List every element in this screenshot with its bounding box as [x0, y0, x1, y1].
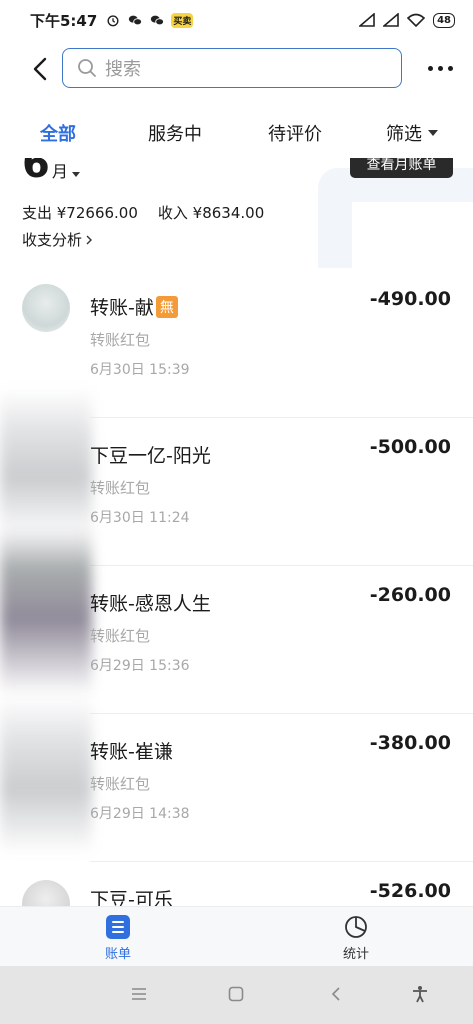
- menu-icon: [132, 988, 146, 1000]
- signal-icon: [359, 13, 375, 27]
- transaction-time: 6月29日 14:38: [90, 806, 190, 822]
- transaction-category: 转账红包: [90, 775, 151, 793]
- app-badge: 买卖: [171, 12, 194, 28]
- income-total: 收入 ¥8634.00: [157, 204, 265, 222]
- nav-bill-label: 账单: [104, 947, 131, 962]
- user-tag-badge: 無: [155, 295, 178, 318]
- accessibility-icon: [413, 986, 427, 1003]
- tab-filter[interactable]: 筛选: [386, 120, 438, 146]
- expense-total: 支出 ¥72666.00: [22, 204, 138, 222]
- wechat-icon-2: [151, 15, 165, 26]
- more-options-button[interactable]: [422, 54, 458, 82]
- transaction-amount: -526.00: [369, 880, 451, 902]
- search-header: 搜索: [0, 46, 473, 92]
- transaction-time: 6月30日 15:39: [90, 362, 190, 378]
- avatar: [0, 694, 92, 854]
- decorative-background-shape: [318, 168, 473, 268]
- transaction-amount: -500.00: [369, 436, 451, 458]
- wifi-icon: [407, 13, 426, 27]
- filter-tabs: 全部 服务中 待评价 筛选: [0, 110, 473, 154]
- chevron-left-icon: [33, 57, 47, 81]
- nav-statistics[interactable]: 统计: [326, 915, 386, 962]
- status-notification-icons: 买卖: [105, 12, 194, 28]
- transaction-title: 下豆-可乐: [90, 885, 173, 906]
- avatar: [0, 388, 92, 538]
- search-placeholder: 搜索: [105, 59, 141, 80]
- transaction-title-text: 转账-献: [90, 297, 154, 319]
- view-month-bill-button[interactable]: 查看月账单: [350, 158, 453, 178]
- transaction-category: 转账红包: [90, 479, 151, 497]
- transaction-title: 转账-献 無: [90, 293, 178, 320]
- nav-statistics-label: 统计: [342, 947, 369, 962]
- transaction-title-text: 下豆-可乐: [90, 889, 173, 906]
- transaction-title: 转账-崔谦: [90, 737, 173, 764]
- totals: 支出 ¥72666.00 收入 ¥8634.00: [22, 202, 264, 223]
- accessibility-button[interactable]: [410, 984, 430, 1004]
- transaction-time: 6月29日 15:36: [90, 658, 190, 674]
- transaction-row[interactable]: 转账-崔谦 转账红包 6月29日 14:38 -380.00: [0, 694, 473, 862]
- more-dot-icon: [437, 65, 443, 71]
- status-bar: 下午5:47 买卖 48: [0, 0, 473, 40]
- back-nav-button[interactable]: [326, 984, 346, 1004]
- search-input[interactable]: 搜索: [62, 48, 402, 88]
- transaction-amount: -260.00: [369, 584, 451, 606]
- home-square-icon: [228, 986, 244, 1002]
- more-dot-icon: [427, 65, 433, 71]
- caret-down-icon: [428, 130, 438, 136]
- transaction-title-text: 转账-感恩人生: [90, 593, 211, 615]
- nav-bill[interactable]: 账单: [88, 915, 148, 962]
- bottom-navigation: 账单 统计: [0, 906, 473, 966]
- more-dot-icon: [447, 65, 453, 71]
- avatar: [0, 526, 92, 696]
- home-button[interactable]: [226, 984, 246, 1004]
- wechat-icon: [129, 15, 143, 26]
- alarm-icon: [107, 15, 119, 27]
- transaction-row[interactable]: 下豆-可乐 -526.00: [0, 862, 473, 906]
- chevron-left-icon: [331, 987, 340, 1001]
- avatar: [22, 880, 70, 906]
- tab-to-review[interactable]: 待评价: [268, 120, 322, 146]
- transaction-amount: -490.00: [369, 288, 451, 310]
- bill-icon: [106, 915, 130, 939]
- status-time: 下午5:47: [30, 11, 98, 30]
- caret-down-icon: [71, 172, 80, 177]
- analysis-link[interactable]: 收支分析: [22, 229, 93, 250]
- month-number: 6: [22, 158, 50, 187]
- signal-icon-2: [383, 13, 399, 27]
- avatar: [22, 284, 70, 332]
- transaction-time: 6月30日 11:24: [90, 510, 190, 526]
- month-summary: 6 月 查看月账单 支出 ¥72666.00 收入 ¥8634.00 收支分析: [0, 158, 473, 268]
- transaction-title: 转账-感恩人生: [90, 589, 211, 616]
- transaction-title-text: 转账-崔谦: [90, 741, 173, 763]
- menu-button[interactable]: [129, 984, 149, 1004]
- back-button[interactable]: [25, 51, 55, 87]
- transaction-row[interactable]: 转账-感恩人生 转账红包 6月29日 15:36 -260.00: [0, 526, 473, 714]
- transaction-category: 转账红包: [90, 331, 151, 349]
- transaction-amount: -380.00: [369, 732, 451, 754]
- month-selector[interactable]: 6 月: [22, 158, 80, 184]
- transaction-category: 转账红包: [90, 627, 151, 645]
- transaction-title: 下豆一亿-阳光: [90, 441, 211, 468]
- pie-chart-icon: [345, 916, 367, 938]
- tab-filter-label: 筛选: [386, 124, 422, 145]
- transaction-title-text: 下豆一亿-阳光: [90, 445, 211, 467]
- battery-indicator: 48: [433, 12, 455, 28]
- chevron-right-icon: [86, 235, 93, 244]
- tab-all[interactable]: 全部: [40, 120, 76, 146]
- tab-in-service[interactable]: 服务中: [148, 120, 202, 146]
- status-right: 48: [359, 12, 455, 28]
- month-suffix: 月: [51, 162, 68, 181]
- analysis-label: 收支分析: [22, 231, 83, 249]
- system-navigation-bar: [0, 966, 473, 1024]
- search-icon: [78, 59, 96, 77]
